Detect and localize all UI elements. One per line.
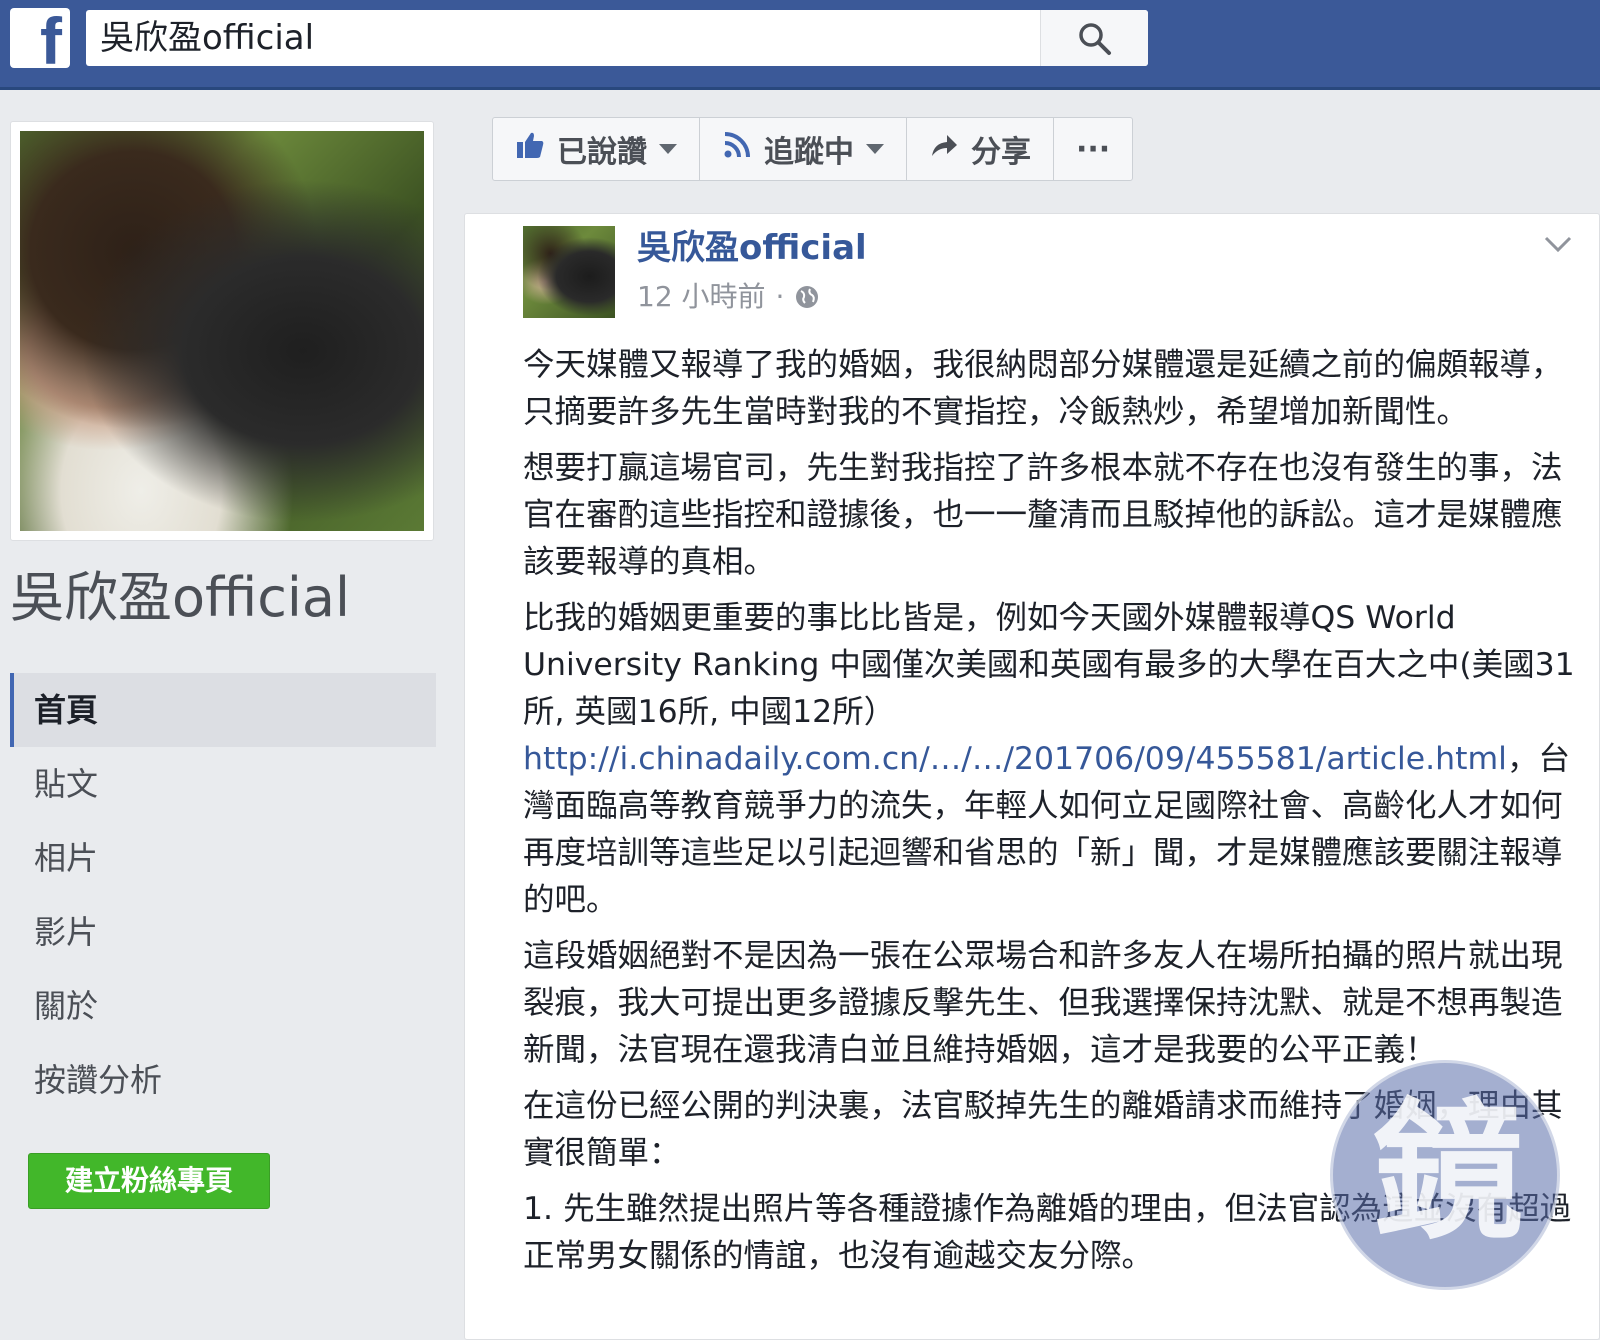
share-arrow-icon bbox=[929, 130, 959, 168]
chevron-down-icon bbox=[866, 144, 884, 154]
page-nav: 首頁 貼文 相片 影片 關於 按讚分析 bbox=[10, 673, 436, 1117]
nav-item-insights[interactable]: 按讚分析 bbox=[10, 1043, 436, 1117]
meta-separator: · bbox=[775, 280, 785, 313]
left-column: 吳欣盈official 首頁 貼文 相片 影片 關於 按讚分析 建立粉絲專頁 bbox=[0, 93, 460, 1340]
avatar[interactable] bbox=[523, 226, 615, 318]
search-button[interactable] bbox=[1040, 10, 1148, 66]
following-label: 追蹤中 bbox=[764, 135, 854, 170]
nav-item-photos[interactable]: 相片 bbox=[10, 821, 436, 895]
mirror-weekly-watermark-logo: 鏡 bbox=[1330, 1060, 1560, 1290]
profile-picture-frame[interactable] bbox=[10, 121, 434, 541]
page-action-bar: 已說讚 追蹤中 分享 ··· bbox=[492, 117, 1134, 181]
post-paragraph: 這段婚姻絕對不是因為一張在公眾場合和許多友人在場所拍攝的照片就出現裂痕，我大可提… bbox=[523, 938, 1563, 1068]
facebook-logo-icon[interactable]: f bbox=[10, 8, 70, 74]
share-label: 分享 bbox=[971, 135, 1031, 170]
post-meta: 12 小時前 · bbox=[637, 280, 820, 314]
liked-button[interactable]: 已說讚 bbox=[493, 118, 700, 180]
globe-icon bbox=[796, 286, 819, 308]
thumbs-up-icon bbox=[515, 130, 545, 168]
post-paragraph: 想要打贏這場官司，先生對我指控了許多根本就不存在也沒有發生的事，法官在審酌這些指… bbox=[523, 450, 1563, 580]
top-bar: f 吳欣盈official bbox=[0, 0, 1600, 90]
nav-item-posts[interactable]: 貼文 bbox=[10, 747, 436, 821]
post-paragraph: 比我的婚姻更重要的事比比皆是，例如今天國外媒體報導QS World Univer… bbox=[523, 595, 1583, 924]
rss-icon bbox=[722, 130, 752, 168]
create-page-button[interactable]: 建立粉絲專頁 bbox=[28, 1153, 270, 1209]
article-link[interactable]: http://i.chinadaily.com.cn/…/…/201706/09… bbox=[523, 741, 1507, 777]
liked-label: 已說讚 bbox=[557, 135, 647, 170]
page-title[interactable]: 吳欣盈official bbox=[10, 563, 350, 633]
post-text: 比我的婚姻更重要的事比比皆是，例如今天國外媒體報導QS World Univer… bbox=[523, 600, 1575, 730]
post-timestamp[interactable]: 12 小時前 bbox=[637, 280, 766, 314]
post-paragraph: 今天媒體又報導了我的婚姻，我很納悶部分媒體還是延續之前的偏頗報導，只摘要許多先生… bbox=[523, 347, 1563, 430]
nav-item-videos[interactable]: 影片 bbox=[10, 895, 436, 969]
post-options-chevron-icon[interactable] bbox=[1543, 234, 1573, 254]
profile-photo bbox=[20, 131, 424, 531]
search-value: 吳欣盈official bbox=[100, 18, 315, 58]
chevron-down-icon bbox=[659, 144, 677, 154]
nav-item-about[interactable]: 關於 bbox=[10, 969, 436, 1043]
share-button[interactable]: 分享 bbox=[907, 118, 1054, 180]
post-author[interactable]: 吳欣盈official bbox=[637, 228, 867, 268]
more-options-button[interactable]: ··· bbox=[1054, 118, 1132, 180]
nav-item-home[interactable]: 首頁 bbox=[10, 673, 436, 747]
search-input[interactable]: 吳欣盈official bbox=[86, 10, 1148, 66]
following-button[interactable]: 追蹤中 bbox=[700, 118, 907, 180]
search-icon bbox=[1079, 23, 1111, 55]
more-icon: ··· bbox=[1076, 131, 1111, 167]
